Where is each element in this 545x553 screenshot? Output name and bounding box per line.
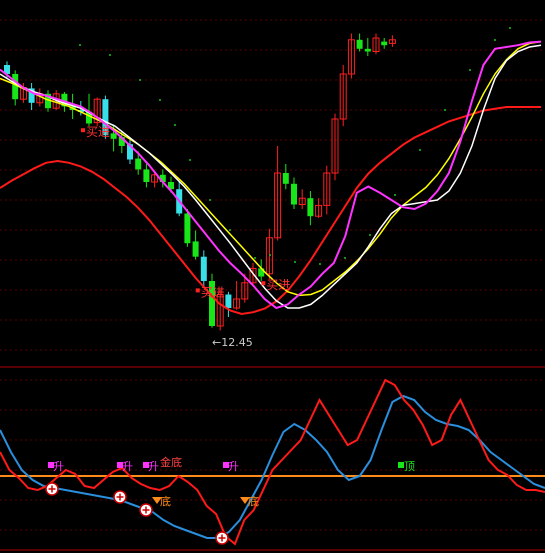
candle-body <box>110 133 117 139</box>
indicator-label: 升 <box>148 460 159 473</box>
trend-dot <box>344 257 346 259</box>
trend-dot <box>394 194 396 196</box>
indicator-label: 升 <box>53 460 64 473</box>
trend-dot <box>209 199 211 201</box>
candle-body <box>282 173 289 184</box>
indicator-label: 底 <box>248 494 259 508</box>
candle-body <box>307 198 314 217</box>
indicator-red-line <box>0 378 545 546</box>
indicator-label: 金底 <box>160 455 182 469</box>
indicator-blue-line <box>0 394 545 539</box>
trend-dot <box>269 254 271 256</box>
candle-body <box>12 74 19 100</box>
trend-dot <box>294 261 296 263</box>
buy-marker <box>81 128 85 133</box>
candle-body <box>291 183 297 205</box>
trend-dot <box>139 79 141 81</box>
candle-body <box>200 256 207 281</box>
trend-dot <box>159 99 161 101</box>
trend-dot <box>444 109 446 111</box>
candle-body <box>225 294 232 308</box>
buy-marker <box>195 288 200 293</box>
indicator-label: 顶 <box>404 460 415 473</box>
trend-dot <box>369 234 371 236</box>
candle-body <box>192 241 199 257</box>
candle-body <box>184 213 191 244</box>
min-price-label: ←12.45 <box>212 336 253 349</box>
trend-dot <box>469 69 471 71</box>
stock-chart: 买进 买进 买进 ←12.45 升升升金底升底底顶 <box>0 0 545 553</box>
trend-dot <box>419 149 421 151</box>
trend-dot <box>254 257 256 259</box>
candle-body <box>364 48 371 52</box>
buy-label: 买进 <box>266 278 290 292</box>
trend-dot <box>319 263 321 265</box>
ma-white-line <box>0 44 542 309</box>
indicator-label: 升 <box>228 460 239 473</box>
trend-dot <box>509 27 511 29</box>
buy-marker <box>261 281 266 286</box>
candle-body <box>356 39 363 49</box>
indicator-label: 底 <box>160 494 171 508</box>
candle-body <box>135 158 142 170</box>
indicator-label: 升 <box>122 460 133 473</box>
trend-dot <box>229 229 231 231</box>
buy-label: 买进 <box>201 285 225 299</box>
trend-dot <box>189 159 191 161</box>
candle-body <box>143 169 150 182</box>
trend-dot <box>174 124 176 126</box>
candle-body <box>381 41 388 46</box>
buy-label: 买进 <box>86 125 110 139</box>
trend-dot <box>79 44 81 46</box>
trend-dot <box>494 39 496 41</box>
chart-canvas: 买进买进买进←12.45升升升金底 升底 底顶 <box>0 19 545 551</box>
trend-dot <box>109 54 111 56</box>
